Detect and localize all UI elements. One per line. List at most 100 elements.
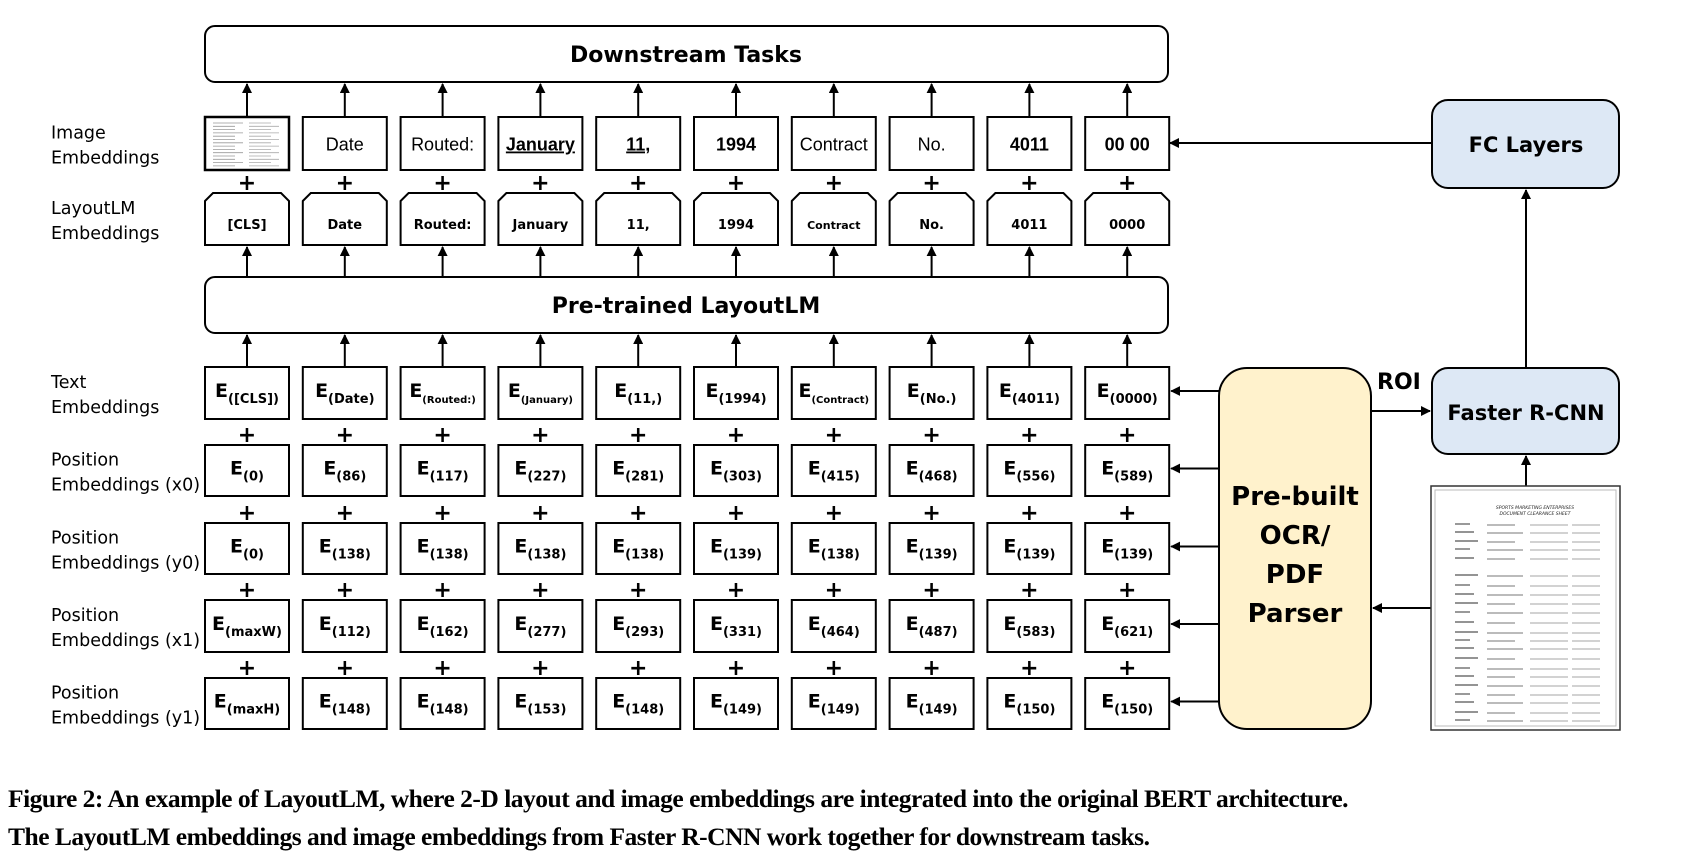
plus-sign: + <box>531 501 549 526</box>
layoutlm-embedding-box: 1994 <box>693 192 779 246</box>
x1-embedding-box: E(maxW) <box>204 599 290 653</box>
image-token-label: 1994 <box>716 135 756 155</box>
image-embedding-box: 1994 <box>693 116 779 171</box>
image-token-label: January <box>506 135 575 155</box>
plus-sign: + <box>922 501 940 526</box>
plus-sign: + <box>629 423 647 448</box>
plus-sign: + <box>629 501 647 526</box>
ocr-parser-line-3: PDF <box>1266 560 1324 590</box>
image-embedding-box: Date <box>301 116 388 171</box>
document-thumbnail: SPORTS MARKETING ENTERPRISESDOCUMENT CLE… <box>1430 485 1621 731</box>
y0-embedding-box: E(139) <box>693 522 779 575</box>
y0-embedding-box: E(139) <box>986 522 1073 575</box>
row-label-layoutlm-line-2: Embeddings <box>51 224 159 244</box>
image-token-label: Date <box>326 135 364 155</box>
layoutlm-token-label: 0000 <box>1109 218 1145 233</box>
y1-embedding-box: E(148) <box>301 677 388 730</box>
image-embedding-box: No. <box>888 116 975 171</box>
row-label-text-line-2: Embeddings <box>51 398 159 418</box>
y0-embedding-box: E(139) <box>888 522 975 575</box>
image-embedding-box: Contract <box>790 116 877 171</box>
plus-sign: + <box>1020 501 1038 526</box>
text-embedding-box: E(Contract) <box>790 366 877 420</box>
plus-sign: + <box>629 578 647 603</box>
x0-embedding-box: E(589) <box>1084 444 1171 497</box>
layoutlm-token-label: 1994 <box>718 218 754 233</box>
layoutlm-token-label: Routed: <box>414 218 472 233</box>
plus-sign: + <box>727 501 745 526</box>
faster-rcnn-box: Faster R-CNN <box>1431 367 1620 455</box>
plus-sign: + <box>825 501 843 526</box>
ocr-parser-line-2: OCR/ <box>1260 521 1331 551</box>
layoutlm-embedding-box: No. <box>888 192 975 246</box>
ocr-output-arrows <box>1170 386 1219 707</box>
plus-sign: + <box>629 656 647 681</box>
y1-embedding-box: E(153) <box>497 677 584 730</box>
plus-sign: + <box>336 656 354 681</box>
y1-embedding-box: E(148) <box>595 677 682 730</box>
plus-sign: + <box>531 423 549 448</box>
plus-sign: + <box>336 423 354 448</box>
row-label-y1-line-1: Position <box>51 684 119 704</box>
plus-sign: + <box>825 656 843 681</box>
text-embedding-box: E(January) <box>497 366 584 420</box>
layoutlm-embedding-box: [CLS] <box>204 192 290 246</box>
image-token-label: Contract <box>800 135 868 155</box>
pretrained-layoutlm-box: Pre-trained LayoutLM <box>204 276 1169 334</box>
x0-embedding-box: E(303) <box>693 444 779 497</box>
text-embedding-box: E([CLS]) <box>204 366 290 420</box>
plus-sign: + <box>1020 423 1038 448</box>
image-embedding-box: 00 00 <box>1084 116 1171 171</box>
row-label-x0-line-2: Embeddings (x0) <box>51 476 200 496</box>
fc-layers-label: FC Layers <box>1469 133 1584 157</box>
column-10: 00 00+0000E(0000)E(589)+E(139)+E(621)+E(… <box>1084 83 1171 730</box>
column-8: No.+No.E(No.)E(468)+E(139)+E(487)+E(149)… <box>888 83 975 730</box>
y1-embedding-box: E(150) <box>1084 677 1171 730</box>
plus-sign: + <box>727 423 745 448</box>
x1-embedding-box: E(331) <box>693 599 779 653</box>
x1-embedding-box: E(487) <box>888 599 975 653</box>
x1-embedding-box: E(112) <box>301 599 388 653</box>
image-embedding-box: Routed: <box>399 116 486 171</box>
image-embedding-box: 11, <box>595 116 682 171</box>
layoutlm-embedding-box: Date <box>301 192 388 246</box>
layoutlm-token-label: 11, <box>627 218 650 233</box>
downstream-tasks-box: Downstream Tasks <box>204 25 1169 83</box>
plus-sign: + <box>825 578 843 603</box>
row-label-x1-line-2: Embeddings (x1) <box>51 631 200 651</box>
row-label-y1-line-2: Embeddings (y1) <box>51 709 200 729</box>
y1-embedding-box: E(149) <box>790 677 877 730</box>
y0-embedding-box: E(138) <box>497 522 584 575</box>
column-9: 4011+4011E(4011)E(556)+E(139)+E(583)+E(1… <box>986 83 1073 730</box>
layoutlm-token-label: [CLS] <box>227 218 266 233</box>
plus-sign: + <box>727 656 745 681</box>
plus-sign: + <box>433 501 451 526</box>
row-label-y0-line-2: Embeddings (y0) <box>51 554 200 574</box>
plus-sign: + <box>238 656 256 681</box>
plus-sign: + <box>1118 578 1136 603</box>
row-labels: Image Embeddings LayoutLM Embeddings Text Emb… <box>50 124 200 729</box>
layoutlm-embedding-box: Contract <box>790 192 877 246</box>
x0-embedding-box: E(117) <box>399 444 486 497</box>
y1-embedding-box: E(149) <box>693 677 779 730</box>
image-embedding-box <box>203 115 291 172</box>
text-embedding-box: E(Date) <box>301 366 388 420</box>
row-label-layoutlm-line-1: LayoutLM <box>51 199 135 219</box>
layoutlm-embedding-box: Routed: <box>399 192 486 246</box>
plus-sign: + <box>433 578 451 603</box>
pretrained-layoutlm-title: Pre-trained LayoutLM <box>552 294 821 319</box>
image-token-label: 11, <box>626 135 650 155</box>
y0-embedding-box: E(138) <box>399 522 486 575</box>
x0-embedding-box: E(468) <box>888 444 975 497</box>
plus-sign: + <box>825 423 843 448</box>
document-header-line: SPORTS MARKETING ENTERPRISES <box>1496 505 1574 511</box>
y0-embedding-box: E(138) <box>301 522 388 575</box>
figure-caption: Figure 2: An example of LayoutLM, where … <box>8 780 1702 856</box>
plus-sign: + <box>1020 656 1038 681</box>
x0-embedding-box: E(227) <box>497 444 584 497</box>
plus-sign: + <box>1118 501 1136 526</box>
column-4: January+JanuaryE(January)E(227)+E(138)+E… <box>497 83 584 730</box>
ocr-parser-line-1: Pre-built <box>1231 482 1359 512</box>
fc-layers-box: FC Layers <box>1431 99 1620 189</box>
y1-embedding-box: E(150) <box>986 677 1073 730</box>
